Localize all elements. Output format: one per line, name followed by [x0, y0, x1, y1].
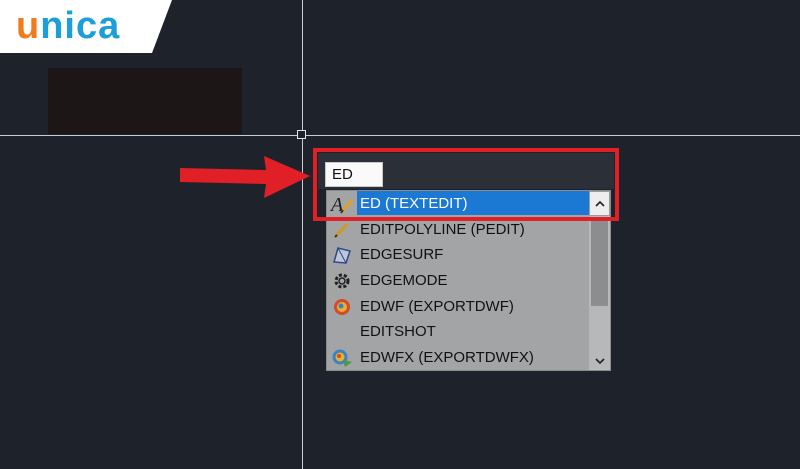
- globe-export-icon: [330, 346, 354, 370]
- list-item-edgesurf[interactable]: EDGESURF: [327, 242, 589, 267]
- cursor-pickbox: [297, 130, 306, 139]
- list-item-editshot[interactable]: EDITSHOT: [327, 319, 589, 344]
- globe-icon: [330, 295, 354, 319]
- scroll-thumb[interactable]: [591, 218, 608, 306]
- list-item-edwfx[interactable]: EDWFX (EXPORTDWFX): [327, 345, 589, 370]
- crosshair-horizontal: [0, 135, 800, 136]
- chevron-down-icon: [594, 357, 605, 364]
- crosshair-vertical: [302, 0, 303, 469]
- scroll-down-button[interactable]: [589, 352, 610, 370]
- red-arrow-icon: [180, 156, 310, 198]
- highlight-box: [313, 148, 619, 221]
- unica-logo: unica: [0, 0, 172, 53]
- list-item-edwf[interactable]: EDWF (EXPORTDWF): [327, 294, 589, 319]
- drawing-object: [48, 68, 242, 134]
- pencil-icon: [330, 218, 354, 242]
- gear-icon: [330, 269, 354, 293]
- edge-surface-icon: [330, 243, 354, 267]
- logo-text: unica: [16, 5, 121, 47]
- list-item-edgemode[interactable]: EDGEMODE: [327, 268, 589, 293]
